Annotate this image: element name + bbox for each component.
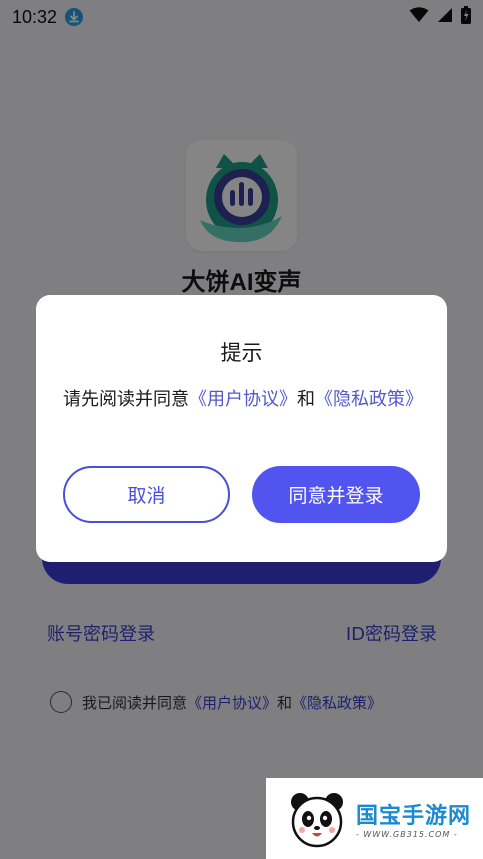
watermark-text: 国宝手游网 - WWW.GB315.COM - — [356, 798, 471, 839]
panda-mascot-icon — [291, 792, 343, 847]
dialog-privacy-policy-link[interactable]: 《隐私政策》 — [315, 389, 423, 410]
cancel-button[interactable]: 取消 — [63, 466, 230, 523]
dialog-user-agreement-link[interactable]: 《用户协议》 — [189, 389, 297, 410]
dialog-title: 提示 — [220, 341, 263, 365]
watermark-title: 国宝手游网 — [356, 804, 472, 829]
agreement-dialog: 提示 请先阅读并同意《用户协议》和《隐私政策》 取消 同意并登录 — [36, 295, 447, 562]
site-watermark: 国宝手游网 - WWW.GB315.COM - — [266, 778, 483, 859]
agree-and-login-button[interactable]: 同意并登录 — [252, 466, 420, 523]
watermark-url: - WWW.GB315.COM - — [356, 830, 458, 839]
dialog-message-and: 和 — [297, 389, 315, 410]
dialog-message: 请先阅读并同意《用户协议》和《隐私政策》 — [63, 385, 423, 414]
dialog-message-prefix: 请先阅读并同意 — [63, 389, 189, 410]
